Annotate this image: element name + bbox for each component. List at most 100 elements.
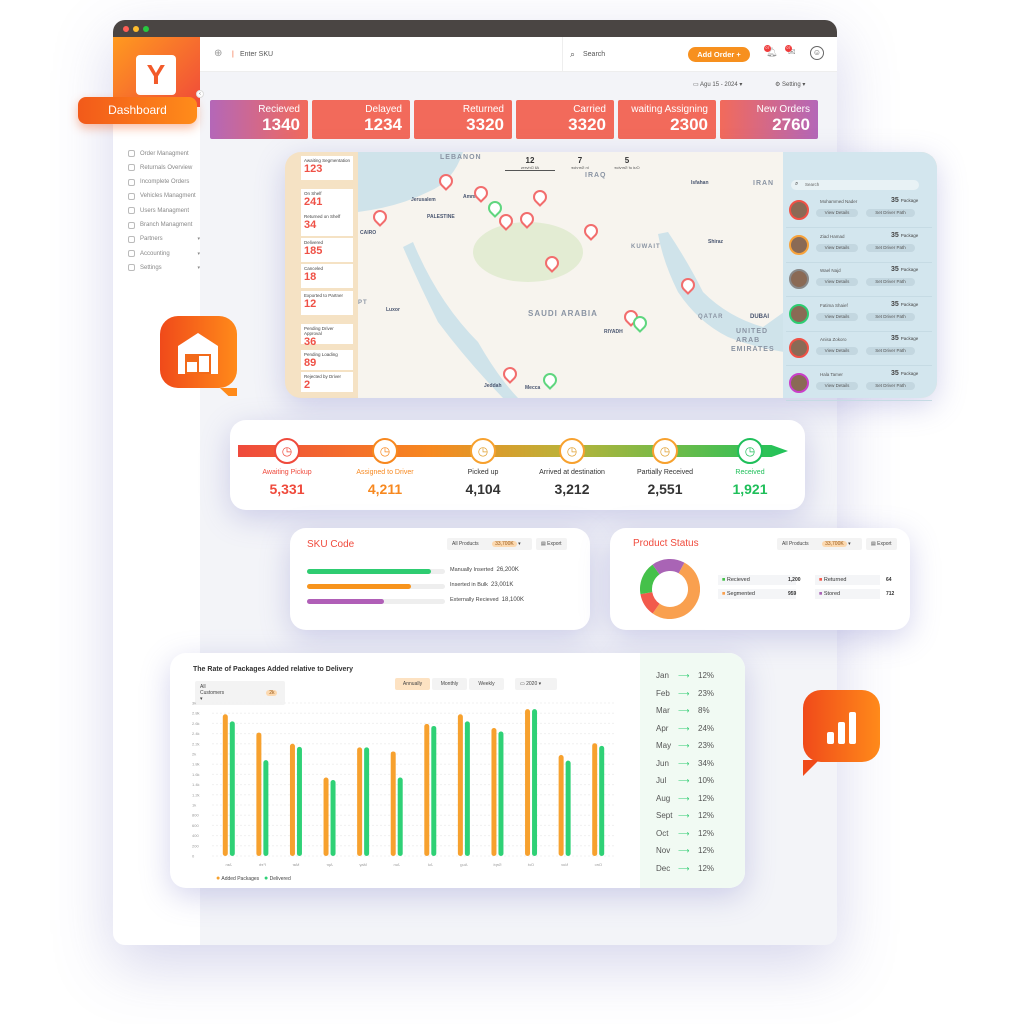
products-filter-dropdown[interactable]: All Products 33,700K ▾: [777, 538, 862, 550]
bar-delivered[interactable]: [565, 760, 571, 856]
donut-slice-returned[interactable]: [640, 591, 660, 614]
map[interactable]: [358, 152, 784, 398]
maximize-dot[interactable]: [143, 26, 149, 32]
set-driver-path-button[interactable]: Set Driver Path: [866, 381, 915, 390]
step-label: Received: [735, 469, 765, 476]
bar-added-packages[interactable]: [558, 755, 564, 856]
year-dropdown[interactable]: ▭ 2020 ▾: [515, 678, 557, 690]
sidebar-item[interactable]: Users Managment: [128, 207, 200, 215]
view-details-button[interactable]: View Details: [816, 209, 858, 217]
rate-value: 34%: [698, 758, 715, 768]
sidebar-item-dashboard[interactable]: Dashboard: [78, 97, 197, 124]
set-driver-path-button[interactable]: Set Driver Path: [866, 312, 915, 321]
period-tab[interactable]: Monthly: [432, 678, 467, 690]
package-count: 35 Package: [891, 232, 918, 239]
stat-tile[interactable]: On Shelf 241: [301, 189, 353, 213]
driver-tab[interactable]: 7 In Service: [555, 156, 605, 170]
sidebar-item[interactable]: Accounting ▾: [128, 250, 200, 258]
view-details-button[interactable]: View Details: [816, 312, 858, 321]
sidebar-item[interactable]: Incomplete Orders: [128, 178, 200, 186]
bar-added-packages[interactable]: [592, 743, 598, 856]
sku-bar-fill: [307, 599, 385, 604]
donut-slice-stored[interactable]: [652, 559, 685, 575]
bar-added-packages[interactable]: [424, 723, 430, 856]
setting-dropdown[interactable]: ⚙ Setting ▾: [775, 81, 805, 88]
stat-tile[interactable]: Canceled 18: [301, 264, 353, 288]
stat-tile[interactable]: Pending Loading 89: [301, 350, 353, 370]
bar-delivered[interactable]: [599, 745, 605, 856]
bar-delivered[interactable]: [464, 721, 470, 856]
bar-added-packages[interactable]: [323, 777, 329, 856]
bar-added-packages[interactable]: [491, 727, 497, 856]
minimize-dot[interactable]: [133, 26, 139, 32]
kpi-card[interactable]: Carried 3320: [516, 100, 614, 139]
package-number: 35: [891, 369, 899, 377]
stat-tile[interactable]: Awaiting Segmentation 123: [301, 156, 353, 180]
stat-tile[interactable]: Rejected by Driver 2: [301, 372, 353, 392]
set-driver-path-button[interactable]: Set Driver Path: [866, 243, 915, 252]
sidebar-item[interactable]: Partners ▾: [128, 235, 200, 243]
bar-added-packages[interactable]: [222, 714, 228, 856]
export-button[interactable]: ▤ Export: [536, 538, 567, 550]
view-details-button[interactable]: View Details: [816, 347, 858, 355]
bar-delivered[interactable]: [397, 777, 403, 856]
stat-tile[interactable]: Returned on Shelf 34: [301, 212, 353, 236]
donut-slice-recieved[interactable]: [640, 564, 660, 595]
close-dot[interactable]: [123, 26, 129, 32]
kpi-card[interactable]: waiting Assigning 2300: [618, 100, 716, 139]
products-filter-dropdown[interactable]: All Products 33,700K ▾: [447, 538, 532, 550]
bar-added-packages[interactable]: [525, 709, 531, 856]
chevron-down-icon: ▾: [197, 250, 200, 257]
kpi-card[interactable]: Recieved 1340: [210, 100, 308, 139]
period-tab[interactable]: Weekly: [469, 678, 504, 690]
stat-tile[interactable]: Delivered 185: [301, 238, 353, 262]
bar-delivered[interactable]: [364, 747, 370, 856]
search-input[interactable]: Search: [583, 51, 605, 58]
bar-added-packages[interactable]: [390, 751, 396, 856]
bar-delivered[interactable]: [263, 760, 269, 856]
map-label: UNITED: [736, 328, 769, 335]
stat-tile[interactable]: Exported to Partner 12: [301, 291, 353, 315]
driver-tab[interactable]: 12 All Drivers: [505, 156, 555, 171]
kpi-card[interactable]: Delayed 1234: [312, 100, 410, 139]
x-tick-label: Aug: [460, 862, 467, 867]
bar-added-packages[interactable]: [357, 747, 363, 856]
bar-delivered[interactable]: [498, 731, 504, 856]
export-button[interactable]: ▤ Export: [866, 538, 897, 550]
set-driver-path-button[interactable]: Set Driver Path: [866, 209, 915, 217]
stat-tile[interactable]: Pending Driver Approval 36: [301, 324, 353, 348]
user-avatar-icon[interactable]: ☺: [810, 46, 824, 60]
sidebar-item[interactable]: Settings ▾: [128, 264, 200, 272]
status-legend-item: ■ Returned: [815, 575, 880, 585]
map-label: PALESTINE: [427, 214, 455, 220]
bar-delivered[interactable]: [532, 709, 538, 856]
bar-added-packages[interactable]: [457, 714, 463, 856]
kpi-card[interactable]: Returned 3320: [414, 100, 512, 139]
package-count: 35 Package: [891, 266, 918, 273]
donut-slice-segmented[interactable]: [652, 562, 700, 619]
date-picker[interactable]: ▭ Agu 15 - 2024 ▾: [693, 81, 742, 88]
bar-delivered[interactable]: [431, 725, 437, 856]
bar-delivered[interactable]: [330, 780, 336, 856]
bar-added-packages[interactable]: [256, 732, 262, 856]
period-tab[interactable]: Annually: [395, 678, 430, 690]
sidebar-item[interactable]: Returnals Overview: [128, 164, 200, 172]
view-details-button[interactable]: View Details: [816, 381, 858, 390]
driver-search-input[interactable]: Search: [791, 180, 919, 190]
collapse-sidebar-button[interactable]: ‹: [196, 90, 204, 98]
map-label: CAIRO: [360, 230, 377, 236]
sku-input[interactable]: Enter SKU: [240, 51, 273, 58]
bar-delivered[interactable]: [296, 746, 302, 856]
bar-delivered[interactable]: [229, 721, 235, 856]
view-details-button[interactable]: View Details: [816, 243, 858, 252]
driver-tab[interactable]: 5 Out of Service: [602, 156, 652, 170]
sidebar-item[interactable]: Order Managment: [128, 150, 200, 157]
sidebar-item[interactable]: Vehicles Managment: [128, 192, 200, 200]
sidebar-item[interactable]: Branch Managment: [128, 221, 200, 229]
set-driver-path-button[interactable]: Set Driver Path: [866, 347, 915, 355]
view-details-button[interactable]: View Details: [816, 278, 858, 286]
kpi-card[interactable]: New Orders 2760: [720, 100, 818, 139]
bar-added-packages[interactable]: [289, 743, 295, 856]
add-order-button[interactable]: Add Order +: [688, 47, 750, 62]
set-driver-path-button[interactable]: Set Driver Path: [866, 278, 915, 286]
